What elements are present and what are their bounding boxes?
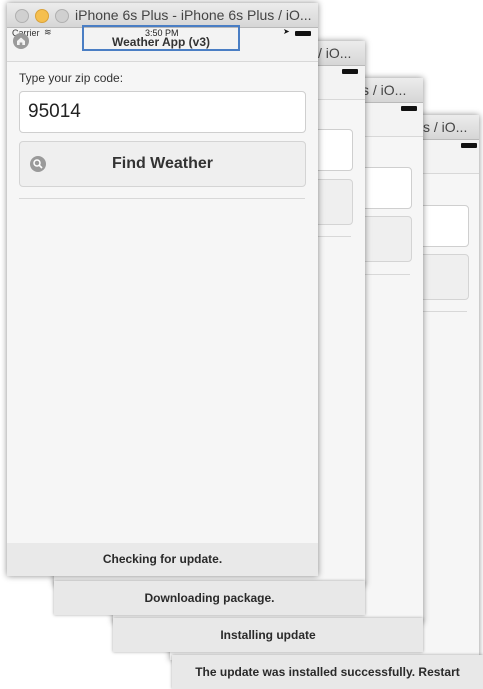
toast-checking-text: Checking for update. [102, 552, 223, 566]
divider [19, 198, 305, 199]
battery-icon [295, 31, 311, 36]
wifi-icon: ≋ [44, 27, 52, 37]
find-weather-label: Find Weather [111, 155, 214, 172]
location-icon: ➤ [283, 27, 290, 36]
battery-icon [461, 143, 477, 148]
close-button[interactable] [15, 9, 29, 23]
zoom-button[interactable] [55, 9, 69, 23]
toast-checking-update: Checking for update. [7, 543, 318, 576]
zip-input[interactable]: 95014 [19, 91, 306, 133]
find-weather-button[interactable]: Find Weather [19, 141, 306, 187]
zip-label: Type your zip code: [19, 71, 124, 85]
toast-downloading: Downloading package. [54, 581, 365, 615]
home-icon[interactable] [13, 33, 29, 49]
status-bar: Carrier ≋ 3:50 PM ➤ Weather App (v3) [7, 25, 318, 62]
zip-input-value: 95014 [28, 101, 81, 122]
battery-icon [401, 106, 417, 111]
toast-installing-text: Installing update [220, 628, 316, 642]
app-title: Weather App (v3) [111, 35, 210, 49]
battery-icon [342, 69, 358, 74]
window-title: s / iO... [423, 119, 468, 135]
toast-installed[interactable]: The update was installed successfully. R… [172, 655, 483, 689]
window-title: / iO... [318, 45, 352, 61]
toast-installed-text: The update was installed successfully. R… [195, 665, 460, 679]
toast-downloading-text: Downloading package. [144, 591, 275, 605]
simulator-window-1: iPhone 6s Plus - iPhone 6s Plus / iO... … [7, 3, 318, 576]
window-title: iPhone 6s Plus - iPhone 6s Plus / iO... [75, 7, 312, 23]
minimize-button[interactable] [35, 9, 49, 23]
toast-installing: Installing update [113, 618, 423, 652]
window-title: s / iO... [362, 82, 407, 98]
